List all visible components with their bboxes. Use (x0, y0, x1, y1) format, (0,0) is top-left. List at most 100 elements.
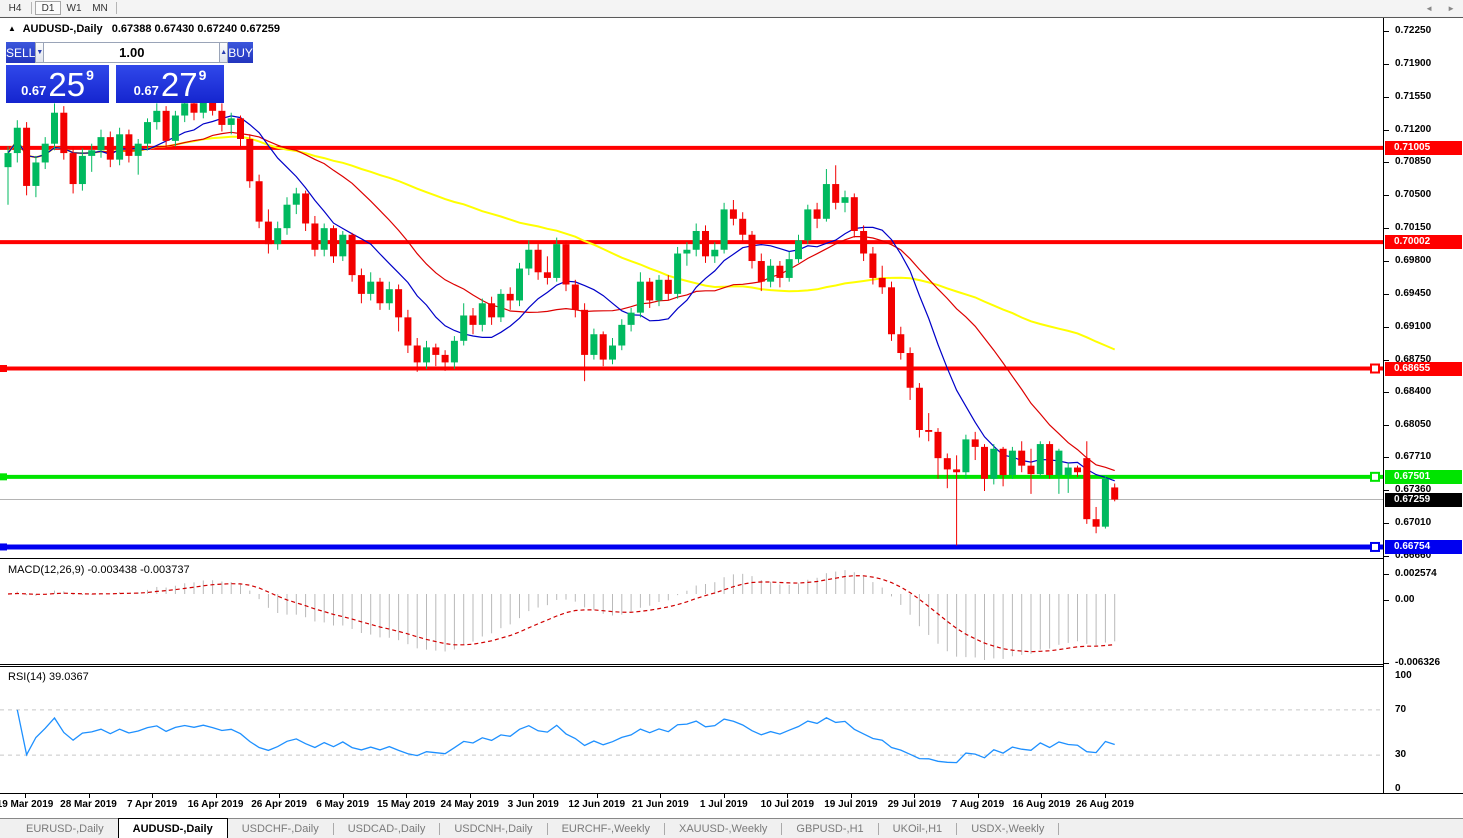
candle-body (739, 218, 747, 235)
candle-body (330, 228, 337, 257)
tab-divider (1058, 822, 1060, 835)
date-axis[interactable]: 19 Mar 2019 28 Mar 2019 7 Apr 2019 16 Apr 2… (0, 794, 1463, 818)
chart-tab-ukoil-h1[interactable]: UKOil-,H1 (879, 819, 957, 838)
timeframe-button-w1[interactable]: W1 (61, 1, 87, 15)
candle-body (237, 118, 244, 139)
candle-body (357, 275, 365, 294)
candle-body (664, 279, 672, 294)
sell-price-button[interactable]: 0.67 25 9 (6, 65, 109, 103)
candle-body (1046, 444, 1054, 476)
candle-body (1018, 450, 1026, 466)
candle-body (981, 446, 988, 479)
price-level-tag: 0.67501 (1385, 469, 1462, 484)
rsi-value: 39.0367 (48, 671, 89, 683)
chart-tab-gbpusd-h1[interactable]: GBPUSD-,H1 (782, 819, 877, 838)
price-tick-mark (1384, 63, 1389, 65)
date-tick-label: 26 Aug 2019 (1076, 799, 1134, 810)
candle-body (971, 439, 979, 447)
candle-body (1074, 467, 1081, 473)
timeframe-button-mn[interactable]: MN (87, 1, 113, 15)
line-left-handle (0, 473, 7, 481)
candle-body (255, 181, 263, 222)
candle-body (553, 244, 561, 278)
candle-body (850, 197, 858, 231)
chart-tab-eurusd-daily[interactable]: EURUSD-,Daily (12, 819, 118, 838)
chart-tab-xauusd-weekly[interactable]: XAUUSD-,Weekly (665, 819, 781, 838)
chart-tab-usdchf-daily[interactable]: USDCHF-,Daily (228, 819, 333, 838)
candle-body (646, 281, 654, 301)
price-tick-label: 0.67710 (1395, 451, 1432, 463)
symbol-label: AUDUSD-,Daily (22, 23, 103, 35)
sell-price-big: 25 (48, 65, 86, 103)
candle-body (88, 150, 96, 156)
candle-body (246, 138, 254, 182)
panel-separator[interactable] (0, 558, 1463, 559)
price-tick-label: 0.71900 (1395, 57, 1432, 69)
candle-body (190, 103, 198, 113)
candle-body (581, 309, 589, 355)
candle-body (41, 143, 49, 163)
candle-body (441, 354, 449, 363)
candle-body (999, 448, 1007, 476)
buy-price-prefix: 0.67 (133, 83, 159, 98)
chart-tab-usdx-weekly[interactable]: USDX-,Weekly (957, 819, 1058, 838)
price-tick-mark (1384, 326, 1389, 328)
rsi-panel[interactable]: RSI(14) 39.0367 (0, 667, 1383, 793)
price-tick-mark (1384, 392, 1389, 394)
line-right-handle (1370, 363, 1380, 374)
chart-tab-audusd-daily[interactable]: AUDUSD-,Daily (117, 818, 228, 838)
price-tick-label: 0.69800 (1395, 255, 1432, 267)
candle-body (469, 315, 477, 325)
buy-button[interactable]: BUY (228, 42, 253, 63)
panel-separator[interactable] (0, 664, 1463, 665)
volume-increase-button[interactable]: ▲ (219, 42, 229, 63)
volume-input[interactable] (44, 42, 220, 63)
chart-tab-usdcad-daily[interactable]: USDCAD-,Daily (334, 819, 440, 838)
candle-body (97, 137, 105, 151)
price-tick-label: 0.68050 (1395, 419, 1432, 431)
candle-body (51, 112, 58, 144)
candle-body (181, 103, 189, 116)
candle-body (934, 431, 942, 459)
macd-values: -0.003438 -0.003737 (87, 564, 190, 576)
date-tick-mark (1105, 794, 1106, 798)
chart-window: ▲ AUDUSD-,Daily 0.67388 0.67430 0.67240 … (0, 17, 1463, 818)
price-tick-label: 0.68400 (1395, 386, 1432, 398)
candle-body (562, 244, 570, 285)
date-tick-mark (660, 794, 662, 798)
date-tick-mark (342, 794, 344, 798)
rsi-axis-label: 30 (1395, 749, 1407, 761)
candle-body (413, 345, 421, 363)
volume-decrease-button[interactable]: ▼ (35, 42, 45, 63)
candle-body (339, 234, 347, 257)
candle-body (534, 249, 542, 273)
timeframe-button-d1[interactable]: D1 (35, 1, 61, 15)
candle-body (1064, 467, 1072, 476)
price-tick-mark (1384, 31, 1389, 33)
buy-price-button[interactable]: 0.67 27 9 (116, 65, 224, 103)
candle-body (813, 209, 821, 219)
macd-panel[interactable]: MACD(12,26,9) -0.003438 -0.003737 (0, 560, 1383, 664)
timeframe-button-h4[interactable]: H4 (2, 1, 28, 15)
candle-body (636, 281, 644, 313)
candle-body (915, 387, 923, 430)
candle-body (841, 197, 849, 203)
collapse-panel-icon[interactable]: ▲ (8, 24, 16, 33)
tab-scroll-left-icon[interactable]: ◄ (1425, 4, 1433, 13)
macd-canvas[interactable] (0, 560, 1383, 664)
candle-body (432, 347, 440, 355)
candle-body (60, 112, 68, 154)
chart-tab-usdcnh-daily[interactable]: USDCNH-,Daily (440, 819, 546, 838)
rsi-canvas[interactable] (0, 667, 1383, 793)
chart-tab-eurchf-weekly[interactable]: EURCHF-,Weekly (548, 819, 664, 838)
candle-body (1111, 487, 1119, 500)
candle-body (767, 265, 775, 282)
candle-body (1027, 465, 1035, 475)
price-axis[interactable]: 0.72250 0.71900 0.71550 0.71200 0.70850 0.705… (1384, 18, 1463, 794)
tab-scroll-right-icon[interactable]: ► (1447, 4, 1455, 13)
main-chart-panel[interactable]: ▲ AUDUSD-,Daily 0.67388 0.67430 0.67240 … (0, 19, 1383, 558)
price-level-tag: 0.70002 (1385, 235, 1462, 250)
candle-body (860, 230, 868, 254)
candle-body (218, 110, 226, 125)
sell-button[interactable]: SELL (6, 42, 36, 63)
